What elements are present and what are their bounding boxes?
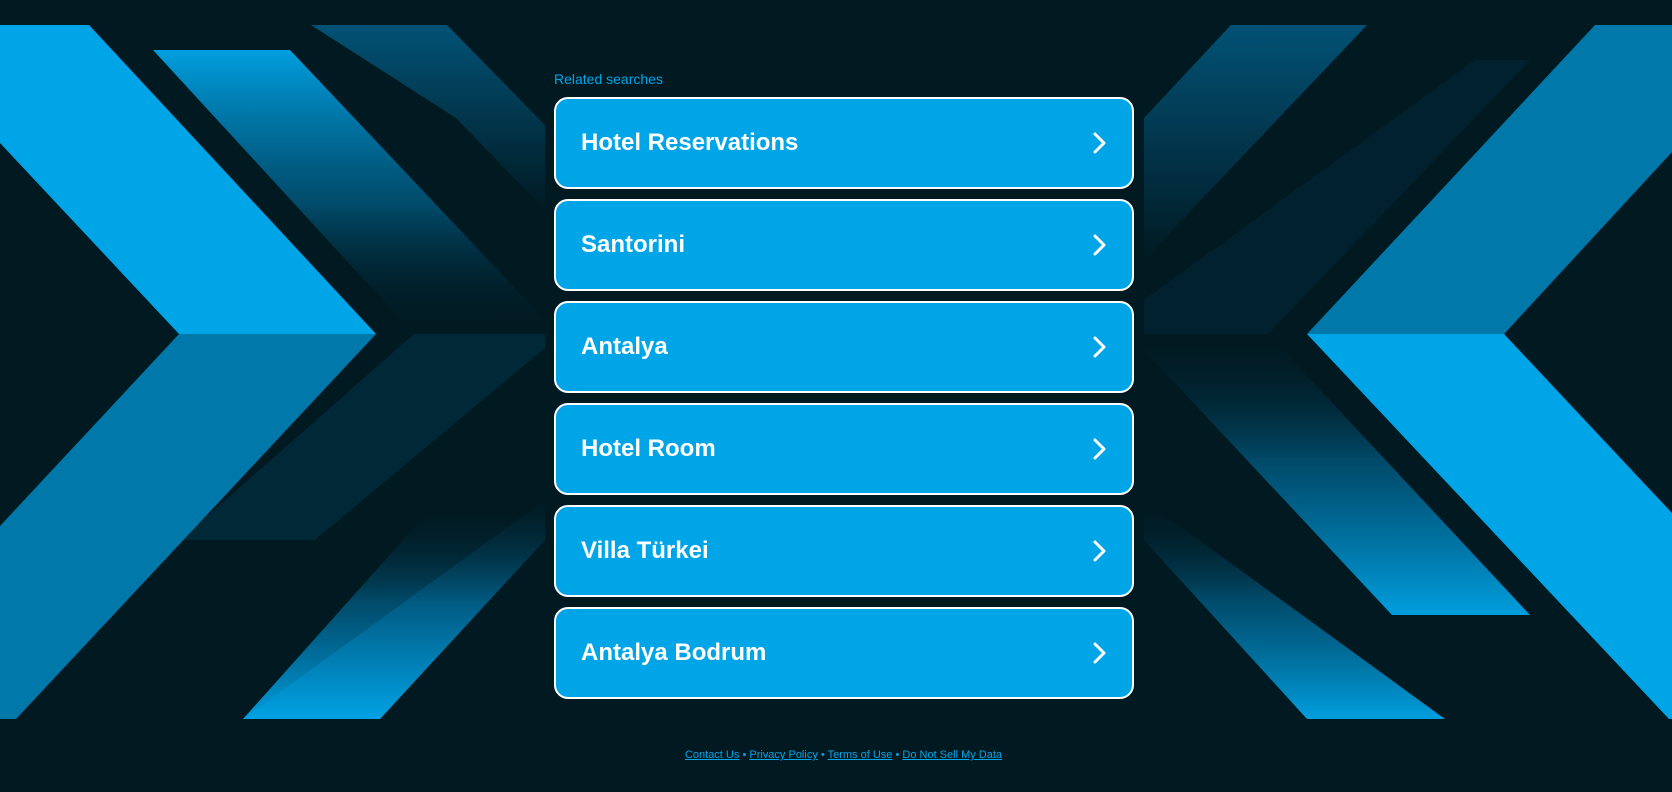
footer-separator: • (742, 749, 747, 761)
footer-links: Contact Us • Privacy Policy • Terms of U… (0, 749, 1672, 761)
chevron-right-icon (1093, 642, 1106, 664)
related-searches-list: Hotel Reservations Santorini Antalya Hotel … (554, 97, 1134, 709)
chevron-right-icon (1093, 540, 1106, 562)
footer-separator: • (820, 749, 825, 761)
related-search-label: Antalya Bodrum (581, 639, 767, 666)
chevron-right-icon (1093, 234, 1106, 256)
footer-separator: • (895, 749, 900, 761)
related-search-label: Antalya (581, 333, 668, 360)
related-search-label: Villa Türkei (581, 537, 709, 564)
related-search-button[interactable]: Hotel Room (554, 403, 1134, 495)
related-search-button[interactable]: Santorini (554, 199, 1134, 291)
related-search-button[interactable]: Villa Türkei (554, 505, 1134, 597)
related-search-button[interactable]: Antalya Bodrum (554, 607, 1134, 699)
related-searches-heading: Related searches (554, 71, 663, 87)
related-search-button[interactable]: Hotel Reservations (554, 97, 1134, 189)
related-search-button[interactable]: Antalya (554, 301, 1134, 393)
footer-link-privacy-policy[interactable]: Privacy Policy (749, 749, 817, 761)
chevron-right-icon (1093, 132, 1106, 154)
chevron-right-icon (1093, 336, 1106, 358)
chevron-right-icon (1093, 438, 1106, 460)
footer-link-contact-us[interactable]: Contact Us (685, 749, 739, 761)
related-search-label: Hotel Room (581, 435, 716, 462)
footer-link-terms-of-use[interactable]: Terms of Use (828, 749, 893, 761)
related-search-label: Hotel Reservations (581, 129, 799, 156)
footer-link-do-not-sell-my-data[interactable]: Do Not Sell My Data (902, 749, 1002, 761)
related-search-label: Santorini (581, 231, 686, 258)
